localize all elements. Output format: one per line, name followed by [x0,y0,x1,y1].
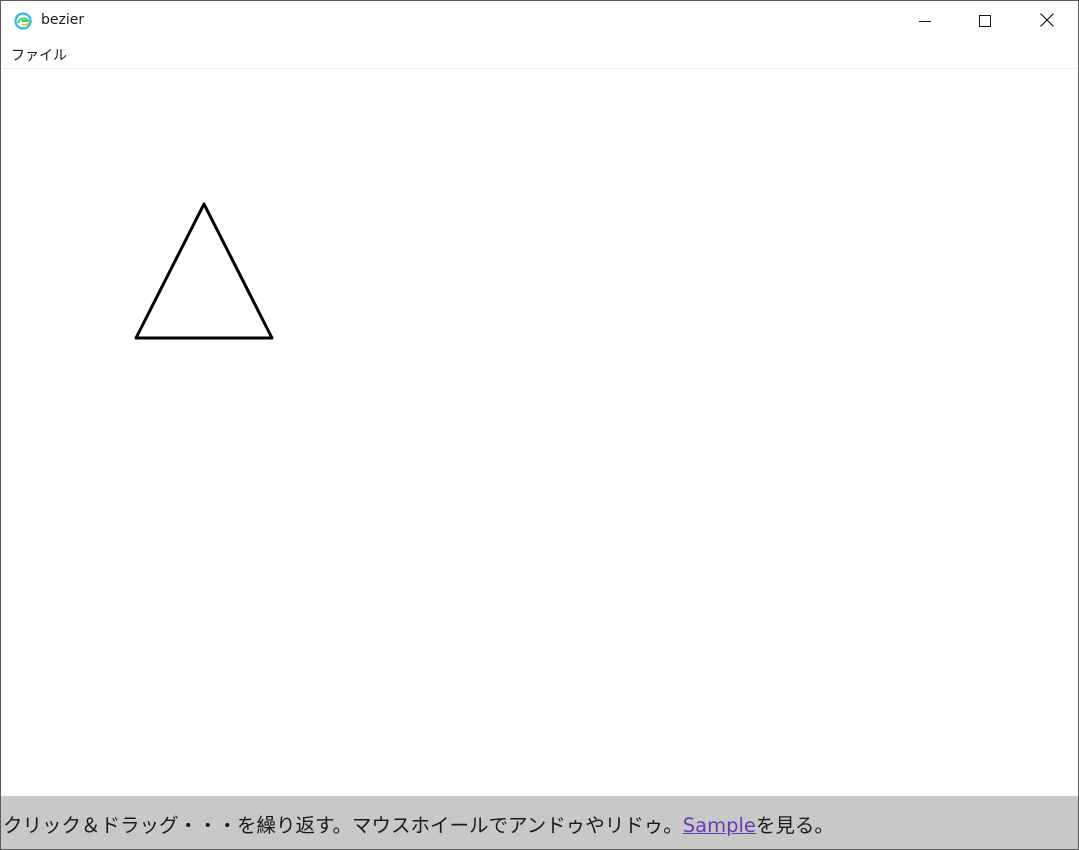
window-title: bezier [41,12,85,28]
menu-item-file[interactable]: ファイル [5,44,73,66]
minimize-icon [919,12,931,31]
close-icon [1040,12,1054,31]
maximize-button[interactable] [962,1,1008,41]
maximize-icon [979,12,991,31]
drawing-canvas[interactable] [1,69,1078,795]
close-button[interactable] [1024,1,1070,41]
status-bar: クリック＆ドラッグ・・・を繰り返す。マウスホイールでアンドゥやリドゥ。Sampl… [1,796,1078,849]
title-bar[interactable]: bezier [1,1,1078,41]
sample-link[interactable]: Sample [683,814,756,837]
canvas-svg[interactable] [1,69,1078,795]
triangle-shape[interactable] [134,202,274,340]
status-instructions: クリック＆ドラッグ・・・を繰り返す。マウスホイールでアンドゥやリドゥ。 [3,814,683,837]
menu-bar: ファイル [1,41,1078,69]
status-suffix: を見る。 [755,814,834,837]
edge-browser-icon [14,12,32,30]
app-window: bezier ファイル クリック＆ドラッグ・・・を繰り返す。マウスホイールでアン… [0,0,1079,850]
minimize-button[interactable] [902,1,948,41]
status-message: クリック＆ドラッグ・・・を繰り返す。マウスホイールでアンドゥやリドゥ。Sampl… [3,809,834,838]
